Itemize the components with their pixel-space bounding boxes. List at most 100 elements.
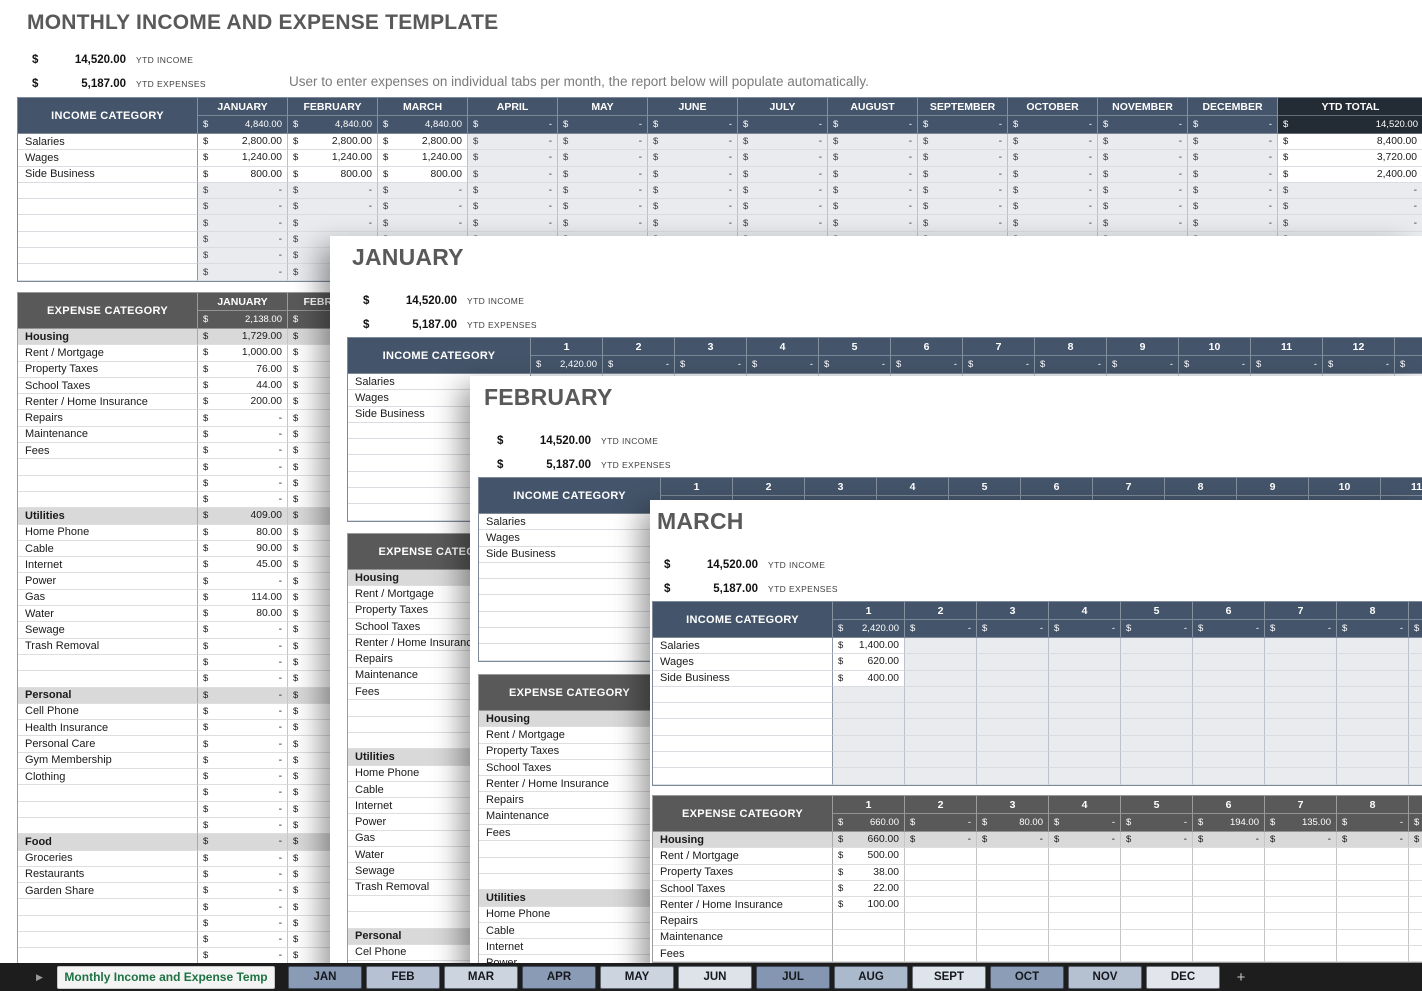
value-cell[interactable] bbox=[1265, 848, 1337, 864]
category-cell[interactable] bbox=[18, 818, 198, 834]
value-cell[interactable]: $- bbox=[738, 167, 828, 183]
value-cell[interactable] bbox=[833, 703, 905, 719]
sheet-tab-nov[interactable]: NOV bbox=[1068, 966, 1142, 989]
value-cell[interactable] bbox=[1121, 671, 1193, 687]
column-total-cell[interactable]: $- bbox=[1265, 620, 1337, 638]
value-cell[interactable] bbox=[1193, 881, 1265, 897]
value-cell[interactable]: $- bbox=[1337, 832, 1409, 848]
value-cell[interactable]: $- bbox=[977, 832, 1049, 848]
value-cell[interactable]: $500.00 bbox=[833, 848, 905, 864]
value-cell[interactable]: $- bbox=[468, 150, 558, 166]
value-cell[interactable]: $44.00 bbox=[198, 378, 288, 394]
value-cell[interactable] bbox=[977, 930, 1049, 946]
value-cell[interactable] bbox=[833, 930, 905, 946]
category-cell[interactable]: Wages bbox=[18, 150, 198, 166]
value-cell[interactable]: $- bbox=[1008, 199, 1098, 215]
category-cell[interactable]: Personal bbox=[18, 688, 198, 704]
value-cell[interactable] bbox=[1193, 946, 1265, 962]
value-cell[interactable]: $- bbox=[648, 167, 738, 183]
value-cell[interactable]: $- bbox=[918, 134, 1008, 150]
category-cell[interactable] bbox=[18, 802, 198, 818]
value-cell[interactable] bbox=[1049, 736, 1121, 752]
value-cell[interactable] bbox=[977, 654, 1049, 670]
category-cell[interactable]: Fees bbox=[18, 443, 198, 459]
value-cell[interactable]: $1,400.00 bbox=[833, 638, 905, 654]
value-cell[interactable] bbox=[1049, 654, 1121, 670]
value-cell[interactable] bbox=[833, 687, 905, 703]
category-cell[interactable]: Clothing bbox=[18, 769, 198, 785]
column-header[interactable]: 6 bbox=[1193, 602, 1265, 620]
value-cell[interactable]: $- bbox=[378, 199, 468, 215]
value-cell[interactable]: $- bbox=[198, 834, 288, 850]
category-cell[interactable]: School Taxes bbox=[479, 760, 661, 776]
category-cell[interactable]: Cell Phone bbox=[18, 704, 198, 720]
column-total-cell[interactable]: $2,420.00 bbox=[531, 356, 603, 374]
column-header[interactable]: 2 bbox=[733, 478, 805, 496]
column-header[interactable]: JUNE bbox=[648, 98, 738, 116]
value-cell[interactable] bbox=[833, 913, 905, 929]
category-cell[interactable]: Rent / Mortgage bbox=[479, 727, 661, 743]
value-cell[interactable] bbox=[1337, 719, 1409, 735]
value-cell[interactable]: $660.00 bbox=[833, 832, 905, 848]
value-cell[interactable] bbox=[1409, 865, 1422, 881]
value-cell[interactable]: $2,800.00 bbox=[378, 134, 468, 150]
value-cell[interactable] bbox=[977, 638, 1049, 654]
category-cell[interactable] bbox=[479, 579, 661, 595]
column-total-cell[interactable]: $- bbox=[891, 356, 963, 374]
value-cell[interactable] bbox=[1337, 865, 1409, 881]
value-cell[interactable] bbox=[977, 719, 1049, 735]
category-cell[interactable]: Salaries bbox=[653, 638, 833, 654]
value-cell[interactable] bbox=[905, 752, 977, 768]
value-cell[interactable]: $- bbox=[828, 199, 918, 215]
value-cell[interactable] bbox=[1049, 848, 1121, 864]
value-cell[interactable]: $- bbox=[468, 199, 558, 215]
value-cell[interactable] bbox=[1409, 671, 1422, 687]
value-cell[interactable] bbox=[1193, 848, 1265, 864]
value-cell[interactable] bbox=[905, 768, 977, 784]
value-cell[interactable] bbox=[977, 736, 1049, 752]
value-cell[interactable] bbox=[905, 848, 977, 864]
column-header[interactable]: 4 bbox=[747, 338, 819, 356]
value-cell[interactable]: $- bbox=[648, 150, 738, 166]
value-cell[interactable] bbox=[905, 946, 977, 962]
value-cell[interactable] bbox=[1337, 654, 1409, 670]
sheet-tab-apr[interactable]: APR bbox=[522, 966, 596, 989]
column-header[interactable]: JANUARY bbox=[198, 98, 288, 116]
value-cell[interactable]: $- bbox=[738, 199, 828, 215]
category-cell[interactable]: Wages bbox=[653, 654, 833, 670]
column-total-cell[interactable]: $2,420.00 bbox=[833, 620, 905, 638]
value-cell[interactable] bbox=[1409, 736, 1422, 752]
column-total-cell[interactable]: $- bbox=[1179, 356, 1251, 374]
value-cell[interactable] bbox=[1049, 897, 1121, 913]
value-cell[interactable]: $- bbox=[828, 150, 918, 166]
value-cell[interactable]: $- bbox=[918, 167, 1008, 183]
category-cell[interactable] bbox=[18, 215, 198, 231]
value-cell[interactable] bbox=[1193, 638, 1265, 654]
value-cell[interactable]: $- bbox=[1008, 134, 1098, 150]
column-total-cell[interactable]: $4,840.00 bbox=[378, 116, 468, 134]
value-cell[interactable]: $- bbox=[198, 688, 288, 704]
column-header[interactable]: 4 bbox=[877, 478, 949, 496]
value-cell[interactable]: $- bbox=[1188, 167, 1278, 183]
value-cell[interactable] bbox=[1121, 848, 1193, 864]
value-cell[interactable]: $- bbox=[198, 410, 288, 426]
category-cell[interactable] bbox=[18, 232, 198, 248]
value-cell[interactable] bbox=[977, 687, 1049, 703]
value-cell[interactable] bbox=[1121, 768, 1193, 784]
column-total-cell[interactable]: $194.00 bbox=[1193, 814, 1265, 832]
value-cell[interactable] bbox=[905, 654, 977, 670]
column-header[interactable]: 7 bbox=[963, 338, 1035, 356]
category-cell[interactable]: Rent / Mortgage bbox=[653, 848, 833, 864]
value-cell[interactable]: $- bbox=[198, 899, 288, 915]
category-cell[interactable]: Personal Care bbox=[18, 736, 198, 752]
category-cell[interactable] bbox=[653, 768, 833, 784]
column-header[interactable]: 6 bbox=[891, 338, 963, 356]
column-header[interactable]: 5 bbox=[949, 478, 1021, 496]
value-cell[interactable] bbox=[1265, 719, 1337, 735]
value-cell[interactable] bbox=[1121, 719, 1193, 735]
value-cell[interactable] bbox=[1409, 946, 1422, 962]
column-header[interactable]: 1 bbox=[531, 338, 603, 356]
column-header[interactable]: 6 bbox=[1021, 478, 1093, 496]
value-cell[interactable]: $- bbox=[468, 167, 558, 183]
column-header[interactable]: 1 bbox=[833, 796, 905, 814]
